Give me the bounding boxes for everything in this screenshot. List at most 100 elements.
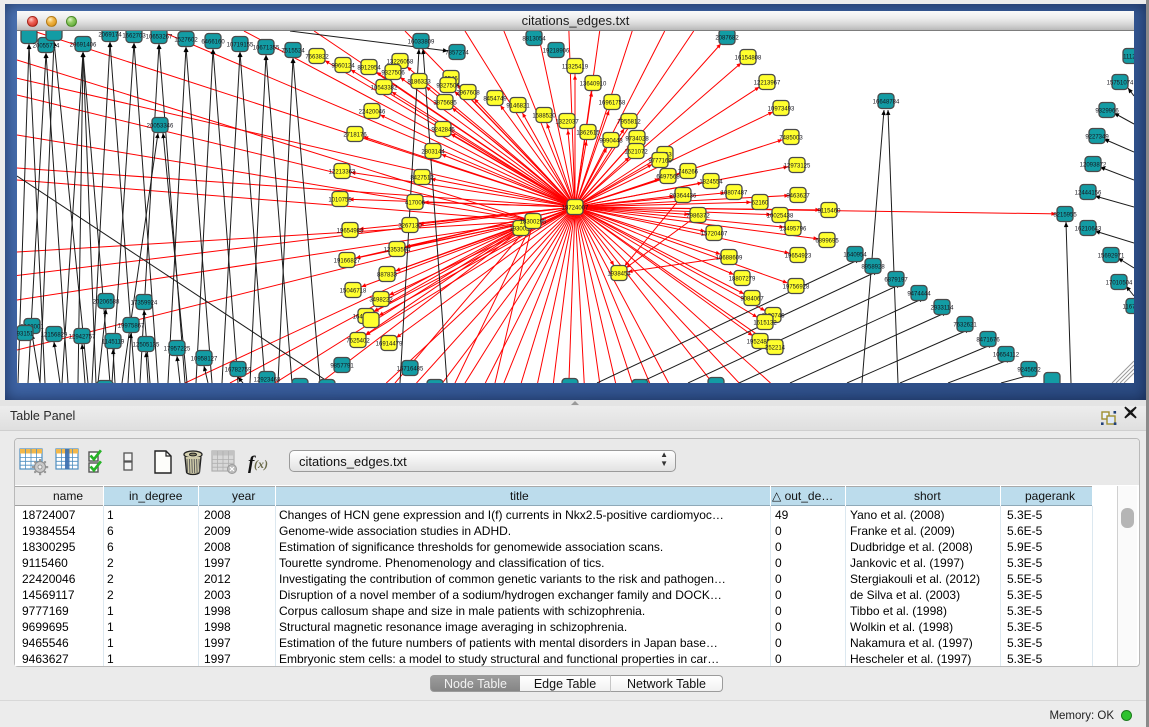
svg-text:20691406: 20691406 bbox=[70, 42, 97, 48]
svg-text:8454749: 8454749 bbox=[483, 96, 507, 102]
svg-text:9227349: 9227349 bbox=[1085, 134, 1109, 140]
svg-text:9327506: 9327506 bbox=[381, 70, 405, 76]
svg-text:(x): (x) bbox=[254, 457, 268, 471]
svg-text:1824554: 1824554 bbox=[699, 179, 723, 185]
svg-text:12156829: 12156829 bbox=[41, 332, 68, 338]
svg-text:15046718: 15046718 bbox=[340, 288, 367, 294]
svg-text:1362615: 1362615 bbox=[576, 130, 600, 136]
svg-text:3498222: 3498222 bbox=[369, 297, 393, 303]
svg-text:15720407: 15720407 bbox=[701, 231, 728, 237]
svg-text:7857274: 7857274 bbox=[445, 50, 469, 56]
svg-text:9115460: 9115460 bbox=[818, 208, 842, 214]
svg-text:8471676: 8471676 bbox=[976, 337, 1000, 343]
svg-text:1322037: 1322037 bbox=[555, 119, 579, 125]
svg-text:9146821: 9146821 bbox=[506, 103, 530, 109]
svg-text:10543382: 10543382 bbox=[371, 85, 398, 91]
svg-text:1010755: 1010755 bbox=[328, 197, 352, 203]
svg-text:8215955: 8215955 bbox=[1053, 212, 1077, 218]
svg-text:12093872: 12093872 bbox=[1080, 162, 1107, 168]
svg-text:16033809: 16033809 bbox=[408, 39, 435, 45]
svg-text:9463627: 9463627 bbox=[786, 193, 810, 199]
svg-text:8813054: 8813054 bbox=[522, 36, 546, 42]
svg-text:3875685: 3875685 bbox=[433, 100, 457, 106]
svg-text:7625402: 7625402 bbox=[346, 338, 370, 344]
svg-text:6497568: 6497568 bbox=[656, 174, 680, 180]
svg-text:2803144: 2803144 bbox=[421, 149, 445, 155]
svg-text:9245652: 9245652 bbox=[1017, 367, 1041, 373]
svg-text:1938454: 1938454 bbox=[607, 271, 631, 277]
svg-text:19654923: 19654923 bbox=[785, 253, 812, 259]
svg-text:2718176: 2718176 bbox=[343, 132, 367, 138]
svg-text:9329966: 9329966 bbox=[1095, 108, 1119, 114]
svg-text:16961758: 16961758 bbox=[599, 100, 626, 106]
svg-text:417006: 417006 bbox=[405, 200, 426, 206]
svg-text:17359924: 17359924 bbox=[131, 300, 158, 306]
svg-text:1640954: 1640954 bbox=[843, 252, 867, 258]
svg-text:16648784: 16648784 bbox=[873, 99, 900, 105]
svg-text:20206588: 20206588 bbox=[93, 299, 120, 305]
svg-text:93151: 93151 bbox=[17, 331, 34, 337]
svg-text:20053346: 20053346 bbox=[147, 123, 174, 129]
svg-text:10653267: 10653267 bbox=[146, 34, 173, 40]
svg-text:12213363: 12213363 bbox=[329, 169, 356, 175]
svg-text:15716485: 15716485 bbox=[397, 366, 424, 372]
svg-text:7485003: 7485003 bbox=[779, 135, 803, 141]
svg-text:9084067: 9084067 bbox=[740, 296, 764, 302]
svg-text:2069174: 2069174 bbox=[98, 32, 122, 38]
svg-text:17010504: 17010504 bbox=[1106, 280, 1133, 286]
svg-text:9734028: 9734028 bbox=[625, 136, 649, 142]
svg-text:7663822: 7663822 bbox=[305, 54, 329, 60]
svg-text:12923468: 12923468 bbox=[254, 377, 281, 383]
svg-text:10807487: 10807487 bbox=[721, 190, 748, 196]
svg-text:10025438: 10025438 bbox=[767, 213, 794, 219]
svg-text:18724007: 18724007 bbox=[562, 205, 589, 211]
svg-text:15751074: 15751074 bbox=[1107, 80, 1134, 86]
svg-text:9960124: 9960124 bbox=[331, 63, 355, 69]
svg-text:3267130: 3267130 bbox=[398, 223, 422, 229]
svg-text:8186323: 8186323 bbox=[407, 79, 431, 85]
svg-text:18300295: 18300295 bbox=[520, 219, 547, 225]
svg-text:7515524: 7515524 bbox=[281, 48, 305, 54]
svg-text:2087682: 2087682 bbox=[715, 35, 739, 41]
svg-text:19975867: 19975867 bbox=[118, 323, 145, 329]
svg-text:9327508: 9327508 bbox=[436, 83, 460, 89]
svg-text:887833: 887833 bbox=[377, 272, 398, 278]
svg-text:11325419: 11325419 bbox=[562, 64, 589, 70]
svg-text:9242845: 9242845 bbox=[431, 127, 455, 133]
svg-text:11123: 11123 bbox=[1123, 54, 1134, 60]
svg-text:13495796: 13495796 bbox=[780, 226, 807, 232]
svg-text:9474444: 9474444 bbox=[907, 291, 931, 297]
svg-text:18807279: 18807279 bbox=[729, 276, 756, 282]
svg-text:12505135: 12505135 bbox=[133, 342, 160, 348]
svg-text:10958127: 10958127 bbox=[191, 356, 218, 362]
svg-text:2933114: 2933114 bbox=[931, 305, 955, 311]
svg-text:9777169: 9777169 bbox=[648, 158, 672, 164]
svg-text:252214: 252214 bbox=[765, 345, 786, 351]
svg-text:16210643: 16210643 bbox=[1075, 226, 1102, 232]
svg-text:12444156: 12444156 bbox=[1075, 190, 1102, 196]
svg-text:6466160: 6466160 bbox=[201, 39, 225, 45]
svg-text:8912954: 8912954 bbox=[357, 65, 381, 71]
svg-text:1527602: 1527602 bbox=[174, 37, 198, 43]
svg-text:1621072: 1621072 bbox=[624, 149, 648, 155]
svg-text:19756928: 19756928 bbox=[783, 284, 810, 290]
svg-text:9857791: 9857791 bbox=[330, 363, 354, 369]
svg-text:10719155: 10719155 bbox=[227, 42, 254, 48]
svg-text:10671355: 10671355 bbox=[253, 45, 280, 51]
svg-text:20055714: 20055714 bbox=[33, 43, 60, 49]
svg-text:1662703: 1662703 bbox=[122, 33, 146, 39]
svg-text:10688609: 10688609 bbox=[716, 255, 743, 261]
svg-text:746266: 746266 bbox=[678, 169, 699, 175]
svg-text:15692971: 15692971 bbox=[1098, 253, 1125, 259]
svg-text:7632621: 7632621 bbox=[953, 322, 977, 328]
svg-text:22420046: 22420046 bbox=[359, 109, 386, 115]
svg-text:1167534: 1167534 bbox=[1123, 304, 1134, 310]
svg-text:6899695: 6899695 bbox=[815, 238, 839, 244]
svg-text:8427512: 8427512 bbox=[410, 175, 434, 181]
svg-text:9990443: 9990443 bbox=[599, 138, 623, 144]
svg-text:7955812: 7955812 bbox=[617, 119, 641, 125]
svg-text:12973125: 12973125 bbox=[784, 163, 811, 169]
svg-text:6879197: 6879197 bbox=[884, 277, 908, 283]
svg-text:19166827: 19166827 bbox=[334, 258, 361, 264]
svg-text:1145119: 1145119 bbox=[102, 339, 125, 345]
